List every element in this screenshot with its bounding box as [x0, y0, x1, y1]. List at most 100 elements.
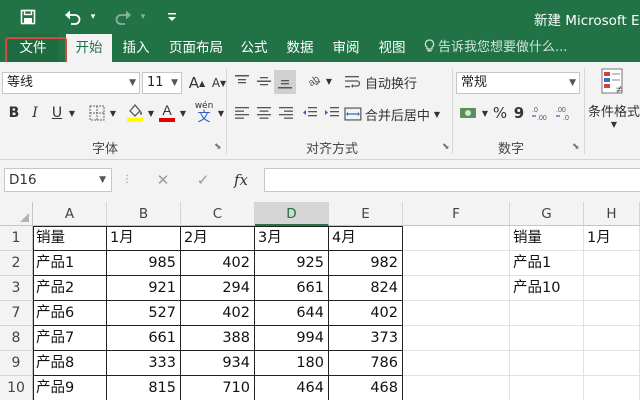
- cell-h8[interactable]: [584, 326, 640, 351]
- decrease-decimal-icon[interactable]: .00.0: [554, 102, 576, 124]
- cell-d2[interactable]: 925: [255, 251, 329, 276]
- cell-g10[interactable]: [510, 376, 584, 400]
- tab-data[interactable]: 数据: [280, 34, 320, 62]
- column-header-h[interactable]: H: [584, 202, 640, 226]
- cell-h2[interactable]: [584, 251, 640, 276]
- tell-me-search[interactable]: 告诉我您想要做什么...: [424, 34, 567, 62]
- cell-e2[interactable]: 982: [329, 251, 403, 276]
- tab-formulas[interactable]: 公式: [234, 34, 274, 62]
- row-header[interactable]: 8: [0, 326, 33, 351]
- dialog-launcher-icon[interactable]: ⬊: [214, 142, 222, 152]
- cell-c10[interactable]: 710: [181, 376, 255, 400]
- cell-b1[interactable]: 1月: [107, 226, 181, 251]
- cell-b9[interactable]: 333: [107, 351, 181, 376]
- cell-c7[interactable]: 402: [181, 301, 255, 326]
- chevron-down-icon[interactable]: ▼: [66, 102, 78, 124]
- cell-g3[interactable]: 产品10: [510, 276, 584, 301]
- cell-b8[interactable]: 661: [107, 326, 181, 351]
- cell-d10[interactable]: 464: [255, 376, 329, 400]
- cell-a9[interactable]: 产品8: [33, 351, 107, 376]
- cell-c9[interactable]: 934: [181, 351, 255, 376]
- cell-g1[interactable]: 销量: [510, 226, 584, 251]
- cell-a3[interactable]: 产品2: [33, 276, 107, 301]
- cell-h1[interactable]: 1月: [584, 226, 640, 251]
- comma-style-button[interactable]: 9: [512, 102, 526, 124]
- row-header[interactable]: 10: [0, 376, 33, 400]
- cell-e10[interactable]: 468: [329, 376, 403, 400]
- cell-e8[interactable]: 373: [329, 326, 403, 351]
- chevron-down-icon[interactable]: ▼: [608, 118, 620, 130]
- undo-icon[interactable]: [60, 0, 86, 34]
- wrap-text-button[interactable]: 自动换行: [344, 70, 428, 94]
- italic-button[interactable]: I: [26, 102, 44, 124]
- tab-insert[interactable]: 插入: [116, 34, 156, 62]
- borders-icon[interactable]: [86, 102, 108, 124]
- cell-f2[interactable]: [403, 251, 510, 276]
- cell-g9[interactable]: [510, 351, 584, 376]
- cell-f7[interactable]: [403, 301, 510, 326]
- conditional-formatting-button[interactable]: 条件格式: [588, 100, 640, 120]
- align-center-icon[interactable]: [254, 102, 274, 124]
- cell-a10[interactable]: 产品9: [33, 376, 107, 400]
- column-header-e[interactable]: E: [329, 202, 403, 226]
- cell-f3[interactable]: [403, 276, 510, 301]
- cell-e9[interactable]: 786: [329, 351, 403, 376]
- cell-f1[interactable]: [403, 226, 510, 251]
- insert-function-button[interactable]: fx: [228, 168, 254, 192]
- cell-e3[interactable]: 824: [329, 276, 403, 301]
- cell-d7[interactable]: 644: [255, 301, 329, 326]
- cell-d1[interactable]: 3月: [255, 226, 329, 251]
- save-icon[interactable]: [14, 0, 42, 34]
- cell-g7[interactable]: [510, 301, 584, 326]
- cell-h10[interactable]: [584, 376, 640, 400]
- tab-home[interactable]: 开始: [66, 34, 112, 62]
- chevron-down-icon[interactable]: ▼: [480, 102, 490, 124]
- chevron-down-icon[interactable]: ▼: [146, 102, 156, 124]
- cell-c3[interactable]: 294: [181, 276, 255, 301]
- fill-color-icon[interactable]: [124, 100, 146, 124]
- phonetic-guide-icon[interactable]: wén 文: [192, 98, 216, 126]
- cell-f8[interactable]: [403, 326, 510, 351]
- row-header[interactable]: 9: [0, 351, 33, 376]
- cancel-entry-button[interactable]: ✕: [150, 168, 176, 192]
- increase-decimal-icon[interactable]: .0.00: [530, 102, 552, 124]
- font-color-icon[interactable]: A: [156, 100, 178, 124]
- cell-b7[interactable]: 527: [107, 301, 181, 326]
- dialog-launcher-icon[interactable]: ⬊: [572, 142, 580, 152]
- cell-h9[interactable]: [584, 351, 640, 376]
- cell-f9[interactable]: [403, 351, 510, 376]
- redo-icon[interactable]: [110, 0, 136, 34]
- row-header[interactable]: 2: [0, 251, 33, 276]
- align-top-icon[interactable]: [232, 70, 252, 92]
- merge-center-button[interactable]: 合并后居中 ▼: [344, 102, 440, 126]
- column-header-f[interactable]: F: [403, 202, 510, 226]
- column-header-d[interactable]: D: [255, 202, 329, 226]
- cell-b3[interactable]: 921: [107, 276, 181, 301]
- decrease-indent-icon[interactable]: [300, 102, 320, 124]
- chevron-down-icon[interactable]: ▼: [216, 102, 226, 124]
- name-box[interactable]: D16 ▼: [4, 168, 112, 192]
- cell-h3[interactable]: [584, 276, 640, 301]
- align-right-icon[interactable]: [276, 102, 296, 124]
- cell-e7[interactable]: 402: [329, 301, 403, 326]
- select-all-button[interactable]: [0, 202, 33, 226]
- cell-c1[interactable]: 2月: [181, 226, 255, 251]
- align-left-icon[interactable]: [232, 102, 252, 124]
- cell-f10[interactable]: [403, 376, 510, 400]
- chevron-down-icon[interactable]: ▼: [178, 102, 188, 124]
- row-header[interactable]: 3: [0, 276, 33, 301]
- redo-dropdown-icon[interactable]: ▾: [136, 0, 150, 34]
- formula-input[interactable]: [264, 168, 640, 192]
- increase-indent-icon[interactable]: [322, 102, 342, 124]
- cell-d3[interactable]: 661: [255, 276, 329, 301]
- dialog-launcher-icon[interactable]: ⬊: [442, 142, 450, 152]
- accounting-format-icon[interactable]: [458, 102, 480, 124]
- column-header-c[interactable]: C: [181, 202, 255, 226]
- cell-h7[interactable]: [584, 301, 640, 326]
- customize-quick-access-icon[interactable]: [162, 0, 182, 34]
- underline-button[interactable]: U: [48, 102, 66, 124]
- cell-b10[interactable]: 815: [107, 376, 181, 400]
- cell-a8[interactable]: 产品7: [33, 326, 107, 351]
- column-header-b[interactable]: B: [107, 202, 181, 226]
- more-options-icon[interactable]: ⋮: [118, 168, 136, 192]
